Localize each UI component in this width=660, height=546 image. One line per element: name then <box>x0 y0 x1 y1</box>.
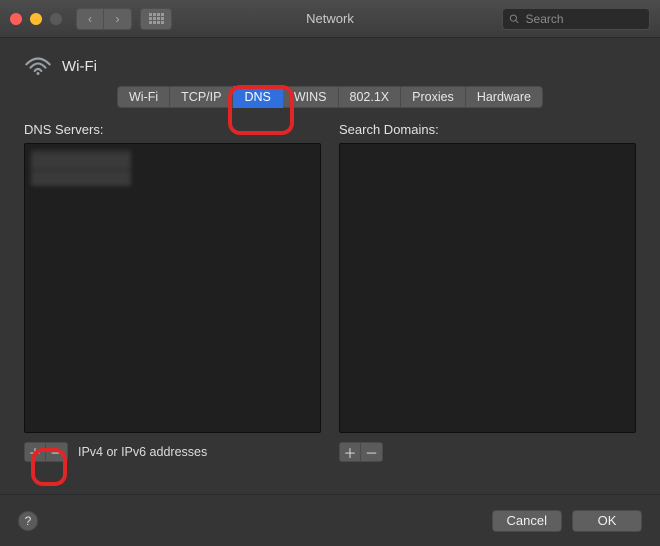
dns-add-button[interactable]: ＋ <box>24 442 46 462</box>
dns-entry-redacted <box>31 150 131 186</box>
search-field[interactable] <box>502 8 650 30</box>
tab-tcpip[interactable]: TCP/IP <box>170 86 233 108</box>
dns-panel: DNS Servers: ＋ － IPv4 or IPv6 addresses <box>24 122 321 463</box>
tab-bar: Wi-Fi TCP/IP DNS WINS 802.1X Proxies Har… <box>0 86 660 122</box>
dns-panel-footer: ＋ － IPv4 or IPv6 addresses <box>24 441 321 463</box>
section-title: Wi-Fi <box>62 58 97 75</box>
minimize-window-button[interactable] <box>30 13 42 25</box>
section-header: Wi-Fi <box>0 38 660 86</box>
window-controls <box>10 13 62 25</box>
dns-add-remove: ＋ － <box>24 442 68 462</box>
search-icon <box>509 13 520 25</box>
cancel-button[interactable]: Cancel <box>492 510 562 532</box>
forward-button[interactable]: › <box>104 8 132 30</box>
close-window-button[interactable] <box>10 13 22 25</box>
tab-wifi[interactable]: Wi-Fi <box>117 86 170 108</box>
back-button[interactable]: ‹ <box>76 8 104 30</box>
help-button[interactable]: ? <box>18 511 38 531</box>
dns-caption: IPv4 or IPv6 addresses <box>78 445 207 459</box>
tab-proxies[interactable]: Proxies <box>401 86 466 108</box>
dns-servers-label: DNS Servers: <box>24 122 321 137</box>
search-domains-label: Search Domains: <box>339 122 636 137</box>
search-add-remove: ＋ － <box>339 442 383 462</box>
search-domains-panel: Search Domains: ＋ － <box>339 122 636 463</box>
zoom-window-button[interactable] <box>50 13 62 25</box>
ok-button[interactable]: OK <box>572 510 642 532</box>
window-title: Network <box>306 11 354 26</box>
titlebar: ‹ › Network <box>0 0 660 38</box>
search-input[interactable] <box>526 12 643 26</box>
search-add-button[interactable]: ＋ <box>339 442 361 462</box>
search-domains-list[interactable] <box>339 143 636 433</box>
show-all-button[interactable] <box>140 8 172 30</box>
nav-buttons: ‹ › <box>76 8 132 30</box>
tab-8021x[interactable]: 802.1X <box>339 86 402 108</box>
search-panel-footer: ＋ － <box>339 441 636 463</box>
search-remove-button[interactable]: － <box>361 442 383 462</box>
dns-servers-list[interactable] <box>24 143 321 433</box>
tab-hardware[interactable]: Hardware <box>466 86 543 108</box>
bottom-bar: ? Cancel OK <box>0 494 660 546</box>
tab-dns[interactable]: DNS <box>233 86 282 108</box>
grid-icon <box>149 13 164 24</box>
panels: DNS Servers: ＋ － IPv4 or IPv6 addresses … <box>0 122 660 463</box>
wifi-icon <box>24 56 52 76</box>
tab-wins[interactable]: WINS <box>283 86 339 108</box>
dns-remove-button[interactable]: － <box>46 442 68 462</box>
